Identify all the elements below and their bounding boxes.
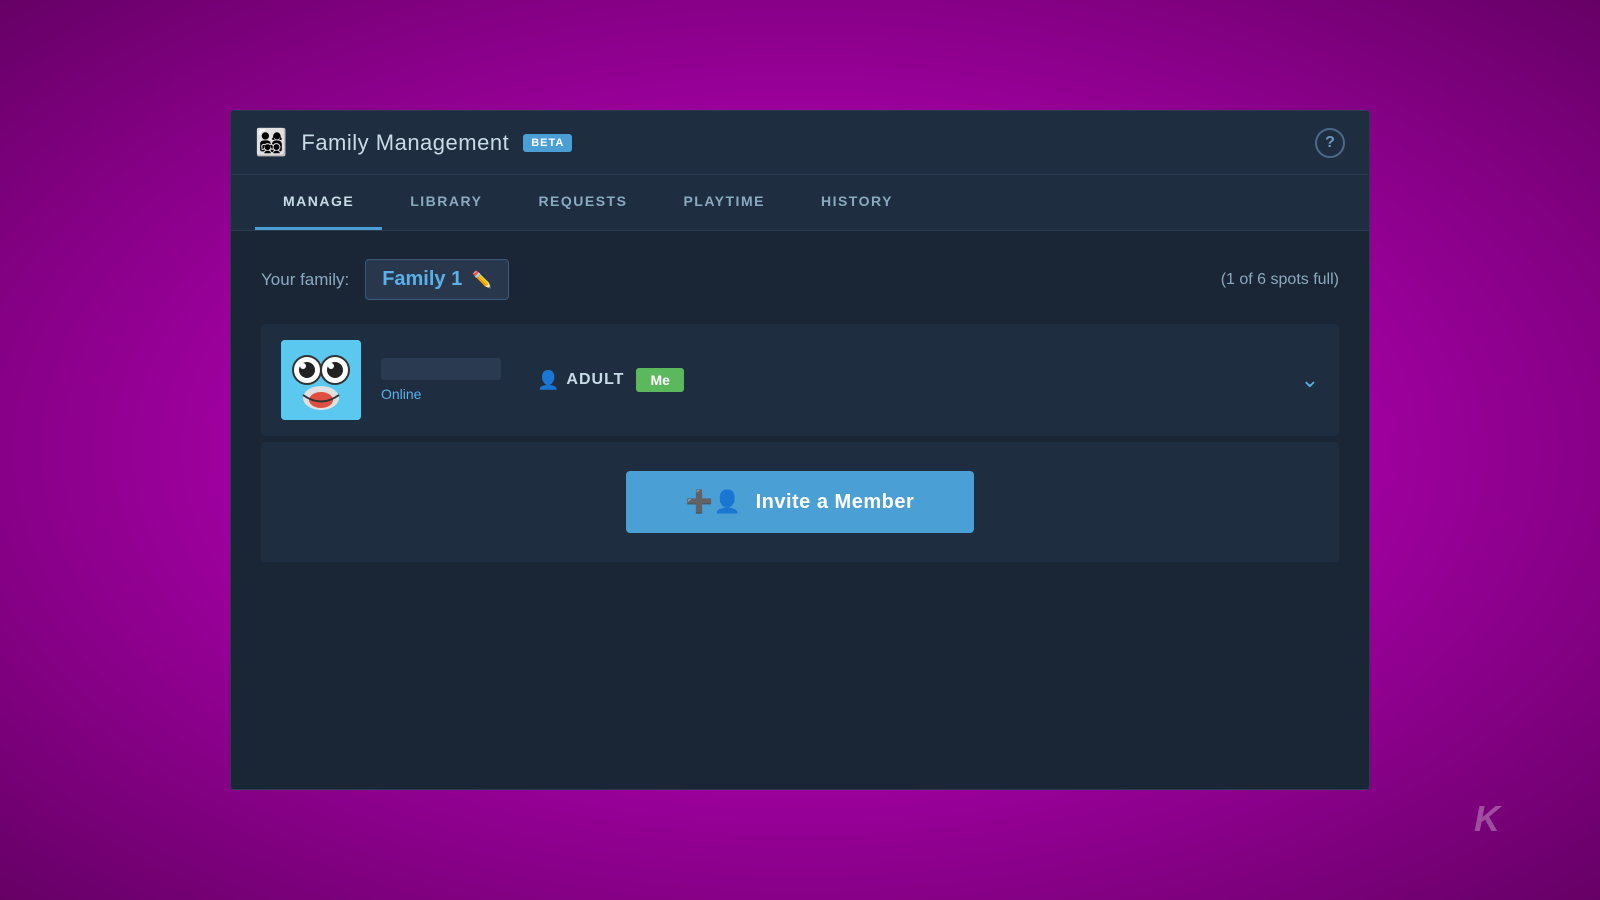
member-details: Online 👤 ADULT Me — [381, 358, 1281, 402]
adult-badge: 👤 ADULT — [537, 370, 624, 391]
tab-bar: MANAGE LIBRARY REQUESTS PLAYTIME HISTORY — [231, 175, 1369, 231]
titlebar: 👨‍👩‍👧‍👦 Family Management BETA ? — [231, 111, 1369, 175]
invite-label: Invite a Member — [756, 491, 915, 514]
family-name: Family 1 — [382, 268, 462, 291]
member-card: Online 👤 ADULT Me ⌄ — [261, 324, 1339, 436]
me-badge: Me — [636, 368, 683, 392]
window-title: Family Management — [301, 130, 509, 156]
titlebar-left: 👨‍👩‍👧‍👦 Family Management BETA — [255, 127, 572, 158]
family-header: Your family: Family 1 ✏️ (1 of 6 spots f… — [261, 259, 1339, 300]
avatar-image — [281, 340, 361, 420]
tab-playtime[interactable]: PLAYTIME — [655, 175, 793, 230]
member-name-status: Online — [381, 358, 501, 402]
tab-history[interactable]: HISTORY — [793, 175, 921, 230]
family-icon: 👨‍👩‍👧‍👦 — [255, 127, 287, 158]
avatar — [281, 340, 361, 420]
tab-manage[interactable]: MANAGE — [255, 175, 382, 230]
spots-counter: (1 of 6 spots full) — [1221, 271, 1339, 289]
main-window: 👨‍👩‍👧‍👦 Family Management BETA ? MANAGE … — [230, 110, 1370, 790]
family-label-row: Your family: Family 1 ✏️ — [261, 259, 509, 300]
beta-badge: BETA — [523, 134, 572, 152]
help-button[interactable]: ? — [1315, 128, 1345, 158]
family-label: Your family: — [261, 270, 349, 290]
edit-icon: ✏️ — [472, 270, 492, 290]
content-area: Your family: Family 1 ✏️ (1 of 6 spots f… — [231, 231, 1369, 789]
tab-requests[interactable]: REQUESTS — [510, 175, 655, 230]
role-label: ADULT — [566, 371, 624, 389]
expand-button[interactable]: ⌄ — [1301, 367, 1319, 393]
member-name-redacted — [381, 358, 501, 380]
person-icon: 👤 — [537, 370, 560, 391]
invite-card: ➕👤 Invite a Member — [261, 442, 1339, 562]
invite-member-button[interactable]: ➕👤 Invite a Member — [626, 471, 974, 533]
add-person-icon: ➕👤 — [686, 489, 742, 515]
family-name-button[interactable]: Family 1 ✏️ — [365, 259, 509, 300]
watermark: K — [1474, 798, 1500, 840]
member-online-status: Online — [381, 386, 501, 402]
member-badges: 👤 ADULT Me — [537, 368, 684, 392]
tab-library[interactable]: LIBRARY — [382, 175, 510, 230]
